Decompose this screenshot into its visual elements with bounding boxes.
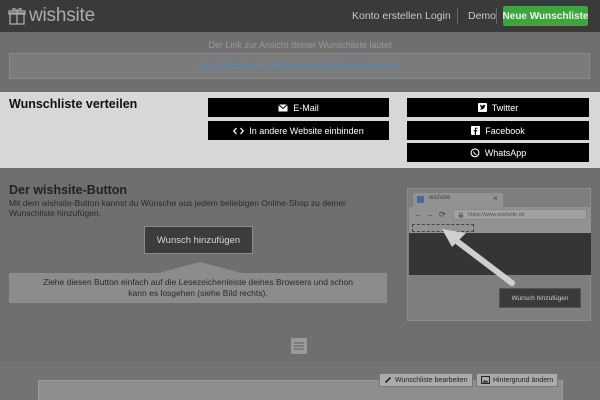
wishlist-link-box[interactable]: http://localhost:3000/wishlist/s3fhssmeb… [9,53,590,79]
share-email-label: E-Mail [293,102,319,113]
share-twitter-button[interactable]: Twitter [407,98,589,117]
change-background-label: Hintergrund ändern [493,376,554,384]
whatsapp-icon [470,147,480,157]
code-icon [233,127,245,134]
brand-name: wishsite [29,5,95,26]
browser-illustration: wishsite × ← → ⟳ https://www.wishsite.de… [407,188,591,321]
menu-icon[interactable] [291,338,307,354]
bookmarklet-hint: Ziehe diesen Button einfach auf die Lese… [9,273,387,303]
wishsite-button-title: Der wishsite-Button [9,183,128,197]
share-twitter-label: Twitter [491,102,519,113]
share-email-button[interactable]: E-Mail [208,98,389,117]
drag-arrow-icon [442,229,515,286]
wishsite-button-description: Mit dem wishsite-Button kannst du Wünsch… [9,198,346,218]
pencil-icon [385,377,391,383]
share-facebook-button[interactable]: Facebook [407,121,589,140]
add-wish-bookmarklet-button[interactable]: Wunsch hinzufügen [144,226,253,254]
wishlist-link-url[interactable]: http://localhost:3000/wishlist/s3fhssmeb… [198,61,400,72]
image-icon [481,376,490,384]
share-facebook-label: Facebook [485,125,525,136]
facebook-icon [471,126,481,135]
twitter-icon [477,103,487,112]
demo-link[interactable]: Demo [468,10,496,22]
share-embed-button[interactable]: In andere Website einbinden [208,121,389,140]
top-navbar: wishsite Konto erstellen Login Demo Neue… [0,0,600,32]
share-whatsapp-label: WhatsApp [484,147,527,158]
link-notice-title: Der Link zur Ansicht deiner Wunschliste … [208,40,392,50]
create-account-link[interactable]: Konto erstellen [352,10,422,22]
edit-wishlist-button[interactable]: Wunschliste bearbeiten [379,373,473,387]
nav-divider [496,8,497,24]
new-wishlist-button[interactable]: Neue Wunschliste [503,6,588,26]
change-background-button[interactable]: Hintergrund ändern [476,373,559,387]
share-embed-label: In andere Website einbinden [249,125,364,136]
brand-logo[interactable]: wishsite [8,5,95,27]
login-link[interactable]: Login [425,10,451,22]
bookmarklet-hint-text: Ziehe diesen Button einfach auf die Lese… [43,277,353,298]
share-whatsapp-button[interactable]: WhatsApp [407,143,589,162]
edit-wishlist-label: Wunschliste bearbeiten [395,376,468,384]
nav-divider [457,8,458,24]
share-title: Wunschliste verteilen [9,97,138,111]
gift-icon [8,8,26,25]
envelope-icon [278,103,289,111]
